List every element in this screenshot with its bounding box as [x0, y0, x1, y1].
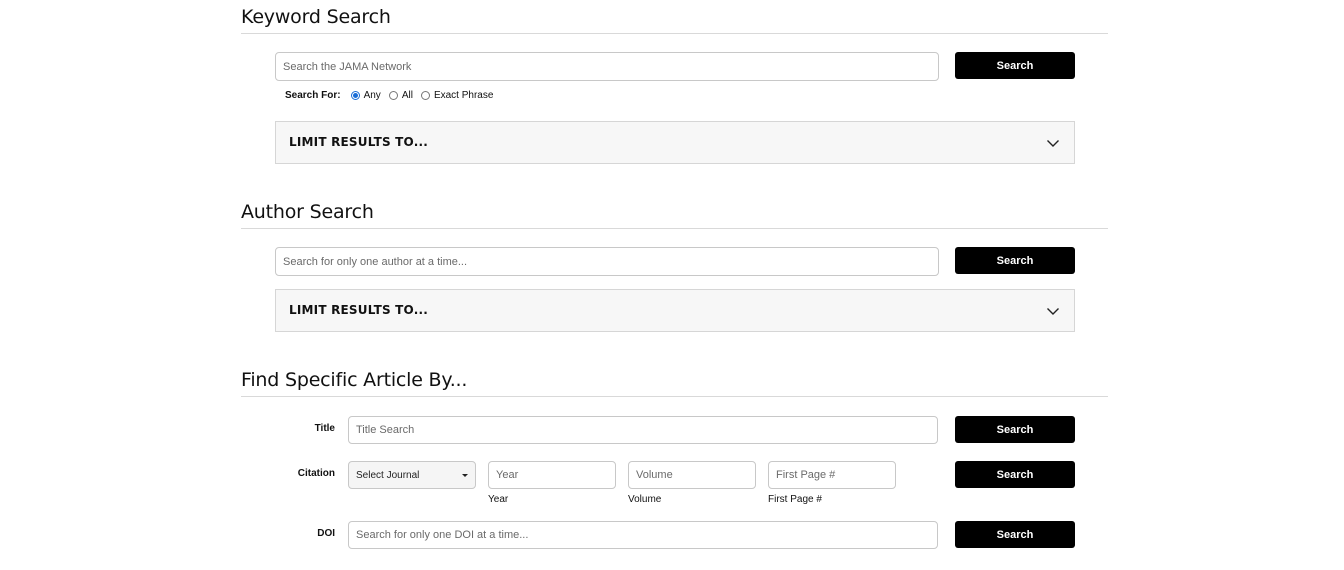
author-search-heading: Author Search — [241, 201, 374, 223]
caret-down-icon — [462, 474, 468, 477]
citation-field-label: Citation — [297, 468, 335, 479]
author-search-button[interactable]: Search — [955, 247, 1075, 274]
search-for-options: Search For: Any All Exact Phrase — [285, 88, 493, 102]
volume-input[interactable] — [628, 461, 756, 489]
chevron-down-icon — [1047, 140, 1059, 147]
radio-exact-phrase[interactable]: Exact Phrase — [420, 89, 494, 101]
specific-article-heading: Find Specific Article By... — [241, 369, 468, 391]
radio-all-circle[interactable] — [388, 90, 398, 100]
volume-sublabel: Volume — [628, 494, 662, 505]
year-sublabel: Year — [488, 494, 509, 505]
keyword-search-heading: Keyword Search — [241, 6, 391, 28]
radio-all-label: All — [401, 89, 413, 101]
doi-field-label: DOI — [317, 528, 335, 539]
journal-select-value: Select Journal — [356, 469, 420, 481]
author-limit-results-toggle[interactable]: LIMIT RESULTS TO... — [275, 289, 1075, 332]
keyword-search-divider — [241, 33, 1108, 34]
first-page-sublabel: First Page # — [768, 494, 822, 505]
radio-all[interactable]: All — [388, 89, 413, 101]
first-page-input[interactable] — [768, 461, 896, 489]
radio-exact-phrase-circle[interactable] — [420, 90, 430, 100]
keyword-search-button[interactable]: Search — [955, 52, 1075, 79]
keyword-limit-results-label: LIMIT RESULTS TO... — [289, 135, 428, 149]
radio-any-label: Any — [363, 89, 381, 101]
radio-any[interactable]: Any — [350, 89, 381, 101]
doi-search-button[interactable]: Search — [955, 521, 1075, 548]
chevron-down-icon — [1047, 308, 1059, 315]
title-search-button[interactable]: Search — [955, 416, 1075, 443]
year-input[interactable] — [488, 461, 616, 489]
keyword-search-input[interactable] — [275, 52, 939, 81]
keyword-limit-results-toggle[interactable]: LIMIT RESULTS TO... — [275, 121, 1075, 164]
radio-exact-phrase-label: Exact Phrase — [433, 89, 494, 101]
journal-select[interactable]: Select Journal — [348, 461, 476, 489]
author-search-divider — [241, 228, 1108, 229]
doi-search-input[interactable] — [348, 521, 938, 549]
specific-article-divider — [241, 396, 1108, 397]
radio-any-circle[interactable] — [350, 90, 360, 100]
author-search-input[interactable] — [275, 247, 939, 276]
citation-search-button[interactable]: Search — [955, 461, 1075, 488]
search-for-label: Search For: — [285, 89, 341, 101]
title-field-label: Title — [314, 423, 335, 434]
author-limit-results-label: LIMIT RESULTS TO... — [289, 303, 428, 317]
title-search-input[interactable] — [348, 416, 938, 444]
